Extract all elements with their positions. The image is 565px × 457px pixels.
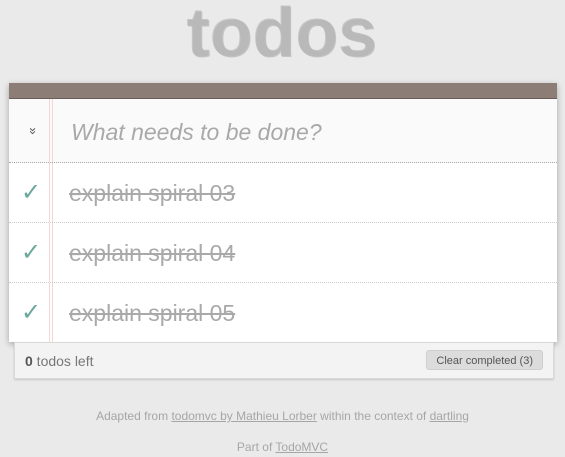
dartling-link[interactable]: dartling bbox=[430, 409, 469, 423]
info-credits: Adapted from todomvc by Mathieu Lorber w… bbox=[0, 409, 565, 423]
clear-completed-button[interactable]: Clear completed (3) bbox=[426, 350, 543, 370]
info-prefix: Adapted from bbox=[96, 409, 172, 423]
todo-item[interactable]: ✓ explain spiral 05 bbox=[9, 283, 557, 342]
info-part-prefix: Part of bbox=[236, 440, 276, 454]
app-title: todos bbox=[187, 0, 378, 72]
checkmark-icon[interactable]: ✓ bbox=[19, 298, 43, 328]
todomvc-author-link[interactable]: todomvc by Mathieu Lorber bbox=[171, 409, 316, 423]
info-middle: within the context of bbox=[316, 409, 430, 423]
new-todo-row: » bbox=[9, 99, 557, 163]
todomvc-link[interactable]: TodoMVC bbox=[275, 440, 328, 454]
todo-label[interactable]: explain spiral 05 bbox=[69, 298, 235, 328]
todo-item[interactable]: ✓ explain spiral 03 bbox=[9, 163, 557, 223]
todo-count-suffix: todos left bbox=[32, 353, 94, 369]
margin-line bbox=[49, 223, 53, 282]
todo-count: 0 todos left bbox=[25, 353, 94, 369]
checkmark-icon[interactable]: ✓ bbox=[19, 238, 43, 268]
info-part-of: Part of TodoMVC bbox=[0, 440, 565, 454]
margin-line bbox=[49, 283, 53, 342]
margin-line bbox=[49, 99, 53, 162]
todo-count-number: 0 bbox=[25, 353, 33, 369]
checkmark-icon[interactable]: ✓ bbox=[19, 178, 43, 208]
margin-line bbox=[49, 163, 53, 222]
todo-label[interactable]: explain spiral 03 bbox=[69, 178, 235, 208]
footer: 0 todos left Clear completed (3) bbox=[14, 342, 554, 379]
todo-item[interactable]: ✓ explain spiral 04 bbox=[9, 223, 557, 283]
header-bar bbox=[9, 83, 557, 99]
toggle-all-icon[interactable]: » bbox=[23, 121, 43, 141]
todo-label[interactable]: explain spiral 04 bbox=[69, 238, 235, 268]
new-todo-input[interactable] bbox=[69, 109, 543, 155]
todo-app: » ✓ explain spiral 03 ✓ explain spiral 0… bbox=[9, 83, 557, 342]
